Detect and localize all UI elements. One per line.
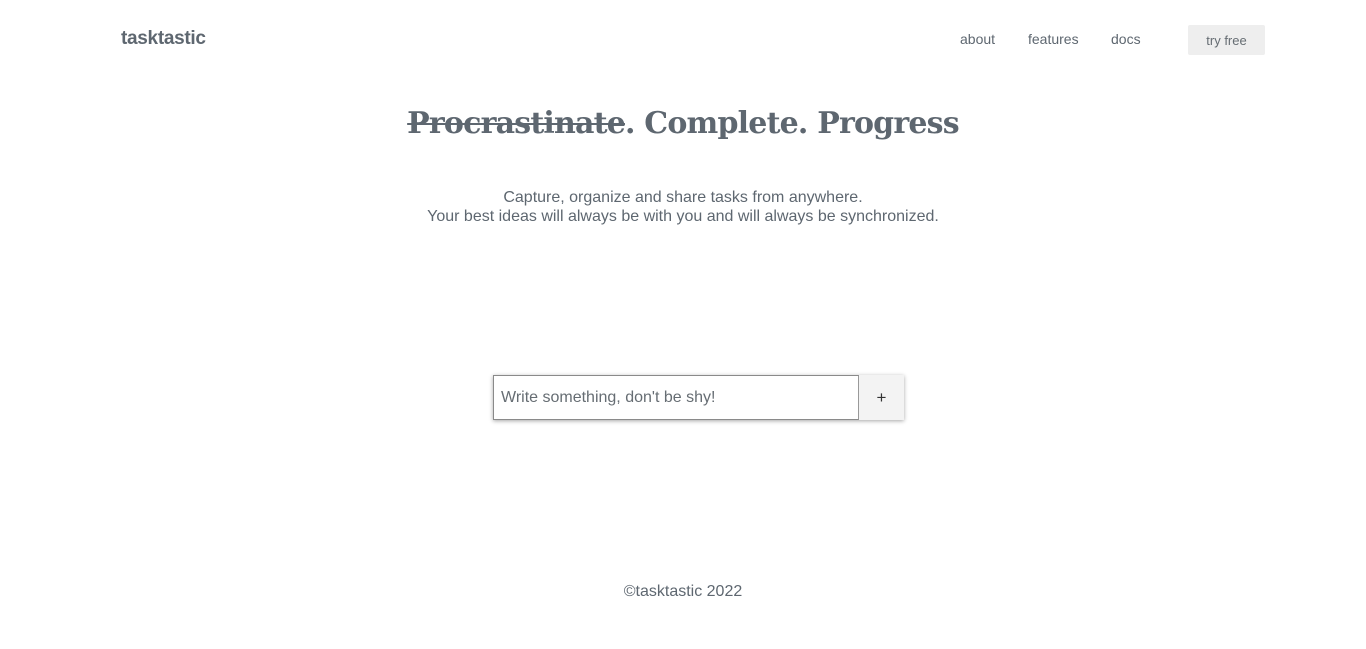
subtitle-line-1: Capture, organize and share tasks from a…: [503, 189, 863, 206]
footer-copyright: ©tasktastic 2022: [623, 583, 743, 600]
subtitle-line-2: Your best ideas will always be with you …: [427, 208, 939, 225]
try-free-button[interactable]: try free: [1188, 25, 1265, 55]
nav-link-docs[interactable]: docs: [1111, 31, 1141, 47]
task-input[interactable]: [493, 375, 859, 420]
hero-subtitle: Capture, organize and share tasks from a…: [0, 188, 1366, 226]
logo[interactable]: tasktastic: [121, 28, 206, 50]
hero-title-rest: . Complete. Progress: [624, 106, 960, 141]
nav-link-about[interactable]: about: [960, 31, 995, 47]
hero-title: Procrastinate. Complete. Progress: [0, 106, 1366, 141]
task-form: +: [493, 375, 904, 420]
site-header: tasktastic about features docs try free: [0, 0, 1366, 80]
add-task-button[interactable]: +: [859, 375, 904, 420]
nav-link-features[interactable]: features: [1028, 31, 1079, 47]
hero-title-struck-word: Procrastinate: [407, 106, 626, 141]
